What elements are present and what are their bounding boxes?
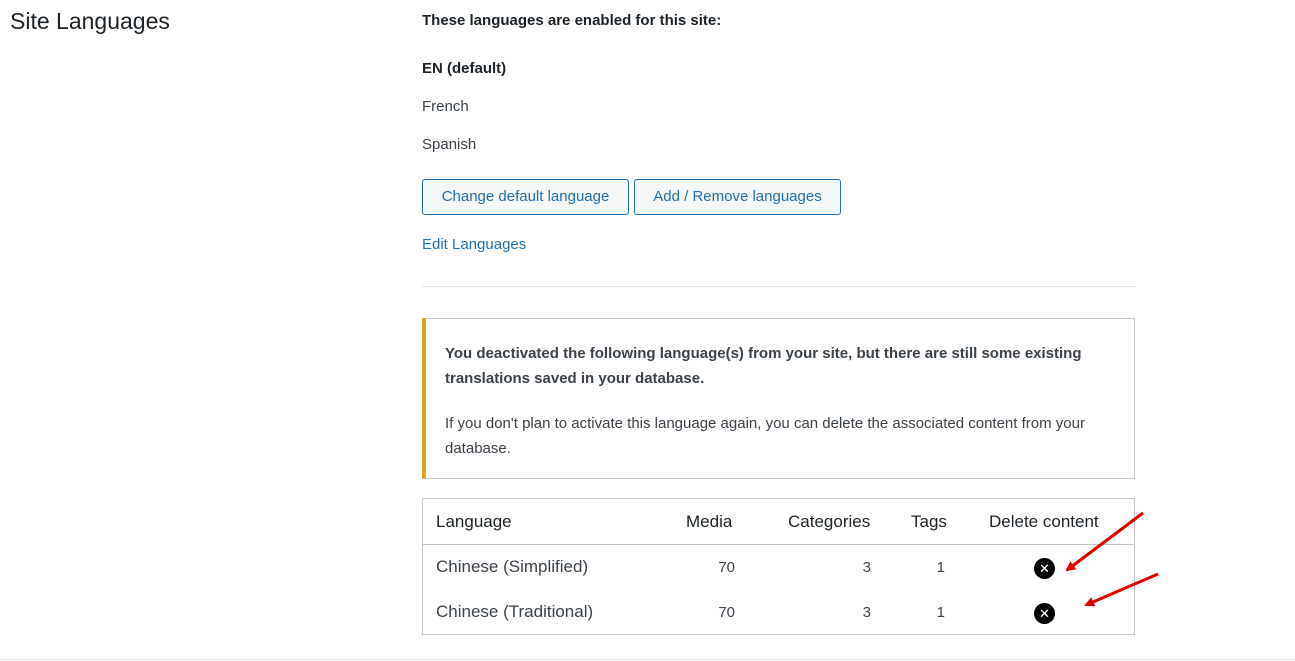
red-arrow-icon: [1084, 572, 1159, 607]
bottom-divider: [0, 659, 1295, 660]
red-arrow-icon: [1065, 511, 1144, 572]
page: Site Languages These languages are enabl…: [0, 0, 1295, 661]
annotation-arrows: [1065, 511, 1159, 607]
